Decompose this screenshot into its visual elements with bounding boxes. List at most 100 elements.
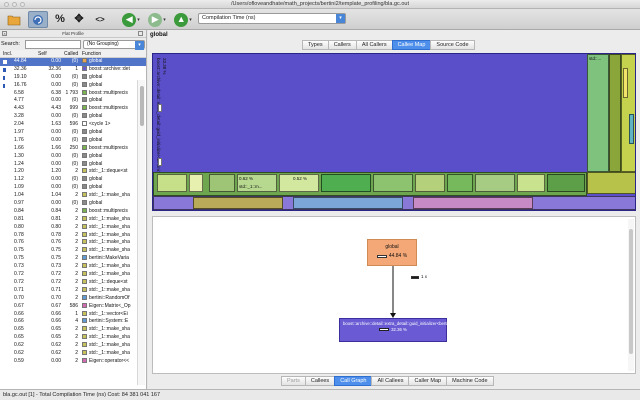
function-row[interactable]: 0.70 0.70 2 bertini::RandomOf xyxy=(0,294,146,303)
zoom-window-button[interactable] xyxy=(20,2,25,7)
callee-map-block[interactable] xyxy=(447,174,473,192)
callee-map-block[interactable] xyxy=(321,174,371,192)
callee-map-block[interactable] xyxy=(209,174,235,192)
call-graph-node-global[interactable]: global 44.84 % xyxy=(367,239,417,266)
tab-call-graph[interactable]: Call Graph xyxy=(334,376,373,386)
minimize-window-button[interactable] xyxy=(12,2,17,7)
float-panel-icon[interactable] xyxy=(138,31,143,36)
open-file-button[interactable] xyxy=(4,11,24,28)
function-row[interactable]: 4.77 0.00 (0) global xyxy=(0,97,146,105)
reload-button[interactable] xyxy=(28,11,48,28)
function-row[interactable]: 0.59 0.00 2 Eigen::operator<< xyxy=(0,357,146,366)
function-row[interactable]: 0.72 0.72 2 std::_1::deque<st xyxy=(0,278,146,287)
relative-percentage-button[interactable]: % xyxy=(52,11,68,28)
up-button[interactable]: ▲ ▾ xyxy=(172,11,194,28)
callee-map-block[interactable] xyxy=(609,54,621,172)
cycle-detection-button[interactable]: <> xyxy=(92,11,108,28)
call-graph-view[interactable]: global 44.84 % 1 x boost::archive::detai… xyxy=(152,216,636,374)
function-row[interactable]: 44.84 0.00 (0) global xyxy=(0,58,146,66)
search-input[interactable] xyxy=(25,39,81,49)
function-list-scrollbar[interactable] xyxy=(137,80,145,385)
callee-map-block[interactable] xyxy=(157,174,187,192)
tab-parts[interactable]: Parts xyxy=(281,376,306,386)
function-row[interactable]: 0.65 0.65 2 std::_1::make_sha xyxy=(0,326,146,334)
function-row[interactable]: 1.66 1.66 250 boost::multiprecis xyxy=(0,144,146,153)
function-row[interactable]: 1.12 0.00 (0) global xyxy=(0,176,146,184)
tab-all-callees[interactable]: All Callees xyxy=(371,376,410,386)
callee-map-block[interactable] xyxy=(587,172,635,194)
callee-map-block[interactable] xyxy=(517,174,545,192)
tab-source-code[interactable]: Source Code xyxy=(430,40,475,50)
function-row[interactable]: 0.62 0.62 2 std::_1::make_sha xyxy=(0,349,146,358)
back-button[interactable]: ◀ ▾ xyxy=(120,11,142,28)
function-row[interactable]: 1.24 0.00 (0) global xyxy=(0,160,146,169)
call-graph-node-callee[interactable]: boost::archive::detail::extra_detail::gu… xyxy=(339,318,483,342)
callee-map-block[interactable] xyxy=(193,197,283,209)
scrollbar-thumb[interactable] xyxy=(140,86,144,126)
function-row[interactable]: 0.75 0.75 2 std::_1::make_sha xyxy=(0,247,146,255)
forward-button[interactable]: ▶ ▾ xyxy=(146,11,168,28)
up-dropdown-icon[interactable]: ▾ xyxy=(189,17,192,23)
function-row[interactable]: 16.76 0.00 (0) global xyxy=(0,81,146,90)
function-row[interactable]: 19.10 0.00 (0) global xyxy=(0,73,146,82)
tab-caller-map[interactable]: Caller Map xyxy=(408,376,448,386)
tab-callee-map[interactable]: Callee Map xyxy=(391,40,432,50)
function-row[interactable]: 0.80 0.80 2 std::_1::make_sha xyxy=(0,223,146,232)
function-row[interactable]: 0.78 0.78 2 std::_1::make_sha xyxy=(0,231,146,240)
tab-types[interactable]: Types xyxy=(302,40,329,50)
function-row[interactable]: 0.66 0.66 1 std::_1::vector<Ei xyxy=(0,310,146,319)
call-graph-scrollbar[interactable] xyxy=(628,219,634,371)
function-row[interactable]: 0.66 0.66 4 bertini::System::E xyxy=(0,318,146,326)
callee-map[interactable]: boost::archive::detail::extra_detail::gu… xyxy=(152,53,636,211)
function-row[interactable]: 1.09 0.00 (0) global xyxy=(0,184,146,192)
function-row[interactable]: 0.62 0.62 2 std::_1::make_sha xyxy=(0,342,146,350)
function-row[interactable]: 0.72 0.72 2 std::_1::make_sha xyxy=(0,271,146,279)
scrollbar-thumb[interactable] xyxy=(629,229,633,354)
callee-map-block[interactable] xyxy=(373,174,413,192)
callee-map-block[interactable] xyxy=(158,104,162,112)
callee-map-block[interactable] xyxy=(415,174,445,192)
grouping-select[interactable]: (No Grouping) ▾ xyxy=(83,39,145,50)
function-column-header[interactable]: Function xyxy=(80,50,146,57)
function-row[interactable]: 1.76 0.00 (0) global xyxy=(0,136,146,145)
function-row[interactable]: 0.67 0.67 586 Eigen::Matrix<_Op xyxy=(0,302,146,311)
function-row[interactable]: 0.71 0.71 2 std::_1::make_sha xyxy=(0,286,146,295)
function-row[interactable]: 0.65 0.65 2 std::_1::make_sha xyxy=(0,334,146,342)
callee-map-block[interactable] xyxy=(293,197,403,209)
function-row[interactable]: 0.73 0.73 2 std::_1::make_sha xyxy=(0,263,146,271)
tab-callers[interactable]: Callers xyxy=(327,40,357,50)
function-row[interactable]: 1.04 1.04 2 std::_1::make_sha xyxy=(0,192,146,200)
function-row[interactable]: 1.97 0.00 (0) global xyxy=(0,129,146,137)
function-row[interactable]: 4.43 4.43 999 boost::multiprecis xyxy=(0,105,146,113)
tab-machine-code[interactable]: Machine Code xyxy=(446,376,494,386)
callee-map-block[interactable] xyxy=(623,68,628,98)
back-dropdown-icon[interactable]: ▾ xyxy=(137,17,140,23)
callee-map-block[interactable] xyxy=(475,174,515,192)
function-row[interactable]: 1.30 0.00 (0) global xyxy=(0,152,146,161)
callee-map-block[interactable] xyxy=(629,114,634,144)
function-row[interactable]: 0.84 0.84 2 boost::multiprecis xyxy=(0,207,146,216)
tab-all-callers[interactable]: All Callers xyxy=(355,40,393,50)
callee-map-block[interactable] xyxy=(189,174,203,192)
function-row[interactable]: 0.75 0.75 2 bertini::MakeVaria xyxy=(0,255,146,263)
forward-dropdown-icon[interactable]: ▾ xyxy=(163,17,166,23)
callee-map-block[interactable] xyxy=(413,197,533,209)
incl-column-header[interactable]: Incl. xyxy=(0,50,32,57)
callee-map-block[interactable] xyxy=(547,174,585,192)
callee-map-block[interactable] xyxy=(587,54,609,172)
function-row[interactable]: 0.81 0.81 2 std::_1::make_sha xyxy=(0,215,146,224)
function-row[interactable]: 1.20 1.20 2 std::_1::deque<st xyxy=(0,168,146,176)
function-row[interactable]: 32.36 32.36 1 boost::archive::det xyxy=(0,65,146,74)
function-row[interactable]: 3.28 0.00 (0) global xyxy=(0,113,146,121)
function-row[interactable]: 0.97 0.00 (0) global xyxy=(0,200,146,208)
function-row[interactable]: 2.04 1.63 596 <cycle 1> xyxy=(0,121,146,129)
event-type-select[interactable]: Compilation Time (ns) ▾ xyxy=(198,13,346,24)
close-panel-icon[interactable]: × xyxy=(2,31,7,36)
function-row[interactable]: 6.58 6.38 1 793 boost::multiprecis xyxy=(0,89,146,98)
callee-map-block[interactable] xyxy=(158,158,162,166)
tab-callees[interactable]: Callees xyxy=(304,376,336,386)
called-column-header[interactable]: Called xyxy=(64,50,80,57)
relative-to-parent-button[interactable]: ✥ xyxy=(71,11,87,28)
function-row[interactable]: 0.76 0.76 2 std::_1::make_sha xyxy=(0,239,146,247)
self-column-header[interactable]: Self xyxy=(32,50,64,57)
